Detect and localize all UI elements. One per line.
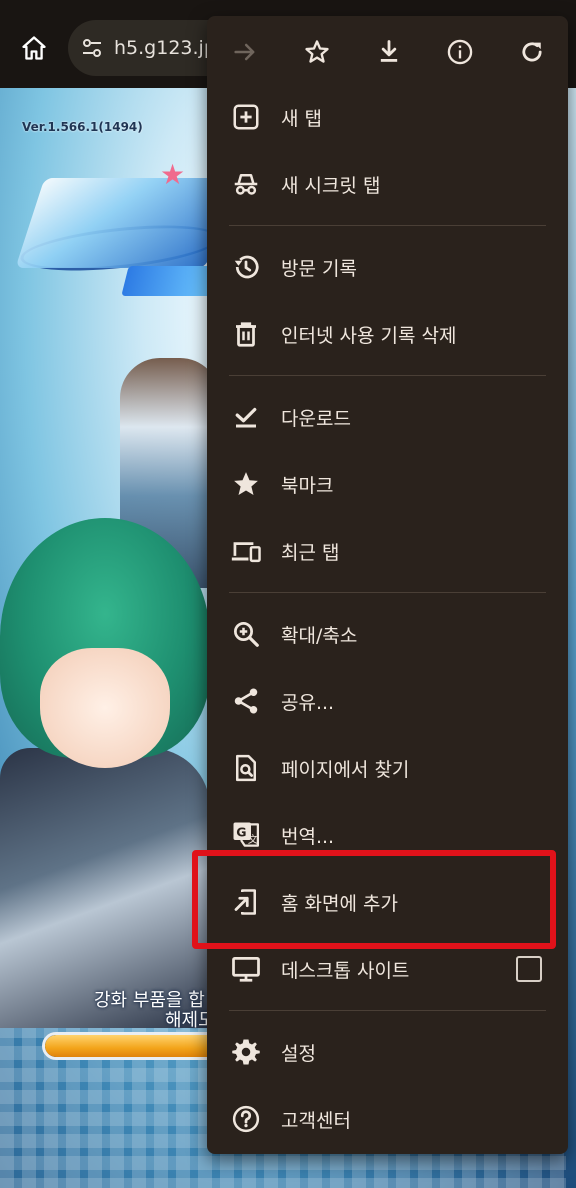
page-info-button[interactable]: [442, 34, 478, 70]
download-icon: [380, 40, 397, 62]
version-label: Ver.1.566.1(1494): [22, 120, 143, 134]
menu-action-row: [207, 16, 568, 88]
history-icon: [234, 255, 259, 279]
translate-icon: G文: [233, 822, 259, 847]
highlight-box: [192, 850, 556, 949]
forward-button[interactable]: [227, 34, 263, 70]
menu-item-clear-browsing-data[interactable]: 인터넷 사용 기록 삭제: [207, 303, 568, 365]
menu-item-zoom[interactable]: 확대/축소: [207, 603, 568, 665]
menu-item-label: 설정: [281, 1042, 316, 1065]
menu-item-label: 페이지에서 찾기: [281, 758, 410, 781]
star-decoration-icon: ★: [160, 158, 186, 191]
menu-item-help[interactable]: 고객센터: [207, 1088, 568, 1150]
menu-item-new-tab[interactable]: 새 탭: [207, 86, 568, 148]
svg-text:文: 文: [248, 833, 258, 846]
menu-item-label: 인터넷 사용 기록 삭제: [281, 324, 457, 347]
loading-progress-bar: [42, 1032, 232, 1060]
menu-item-label: 다운로드: [281, 407, 351, 430]
menu-item-label: 번역...: [281, 825, 335, 848]
zoom-in-icon: [234, 622, 259, 647]
browser-overflow-menu: 새 탭 새 시크릿 탭 방문 기록 인터넷 사용 기록 삭제 다운로드 북마크 …: [207, 16, 568, 1154]
menu-divider: [229, 1010, 546, 1011]
menu-item-label: 북마크: [281, 474, 334, 497]
menu-item-bookmarks[interactable]: 북마크: [207, 453, 568, 515]
menu-divider: [229, 225, 546, 226]
arrow-right-icon: [234, 43, 255, 61]
menu-item-label: 확대/축소: [281, 624, 358, 647]
star-icon: [234, 472, 258, 495]
menu-item-history[interactable]: 방문 기록: [207, 236, 568, 298]
menu-item-share[interactable]: 공유...: [207, 670, 568, 732]
menu-item-find-in-page[interactable]: 페이지에서 찾기: [207, 737, 568, 799]
reload-button[interactable]: [514, 34, 550, 70]
character-face: [40, 648, 170, 768]
menu-item-label: 새 시크릿 탭: [281, 174, 381, 197]
game-logo-sub: [121, 266, 219, 296]
find-in-page-icon: [236, 754, 256, 782]
bookmark-star-button[interactable]: [299, 34, 335, 70]
home-button[interactable]: [12, 26, 56, 70]
game-logo: [15, 178, 235, 268]
menu-item-label: 방문 기록: [281, 257, 357, 280]
menu-divider: [229, 375, 546, 376]
menu-item-label: 고객센터: [281, 1109, 351, 1132]
desktop-icon: [232, 957, 260, 982]
devices-icon: [231, 542, 261, 563]
download-button[interactable]: [371, 34, 407, 70]
tune-icon[interactable]: [80, 36, 104, 60]
settings-icon: [232, 1039, 260, 1065]
menu-item-label: 새 탭: [281, 107, 322, 130]
share-icon: [234, 688, 258, 714]
menu-item-label: 데스크톱 사이트: [281, 959, 410, 982]
help-icon: [232, 1105, 260, 1133]
reload-icon: [522, 42, 542, 62]
svg-text:G: G: [236, 825, 246, 840]
home-icon: [22, 36, 46, 60]
menu-item-label: 공유...: [281, 691, 335, 714]
loading-progress-fill: [45, 1035, 229, 1057]
menu-item-recent-tabs[interactable]: 최근 탭: [207, 520, 568, 582]
desktop-site-checkbox[interactable]: [516, 956, 542, 982]
star-outline-icon: [305, 40, 329, 63]
menu-item-settings[interactable]: 설정: [207, 1021, 568, 1083]
menu-divider: [229, 592, 546, 593]
menu-item-label: 최근 탭: [281, 541, 340, 564]
plus-box-icon: [233, 104, 259, 130]
menu-item-downloads[interactable]: 다운로드: [207, 386, 568, 448]
trash-icon: [236, 322, 256, 347]
download-done-icon: [235, 407, 257, 428]
menu-item-new-incognito-tab[interactable]: 새 시크릿 탭: [207, 153, 568, 215]
info-icon: [448, 39, 473, 65]
incognito-icon: [234, 174, 258, 195]
